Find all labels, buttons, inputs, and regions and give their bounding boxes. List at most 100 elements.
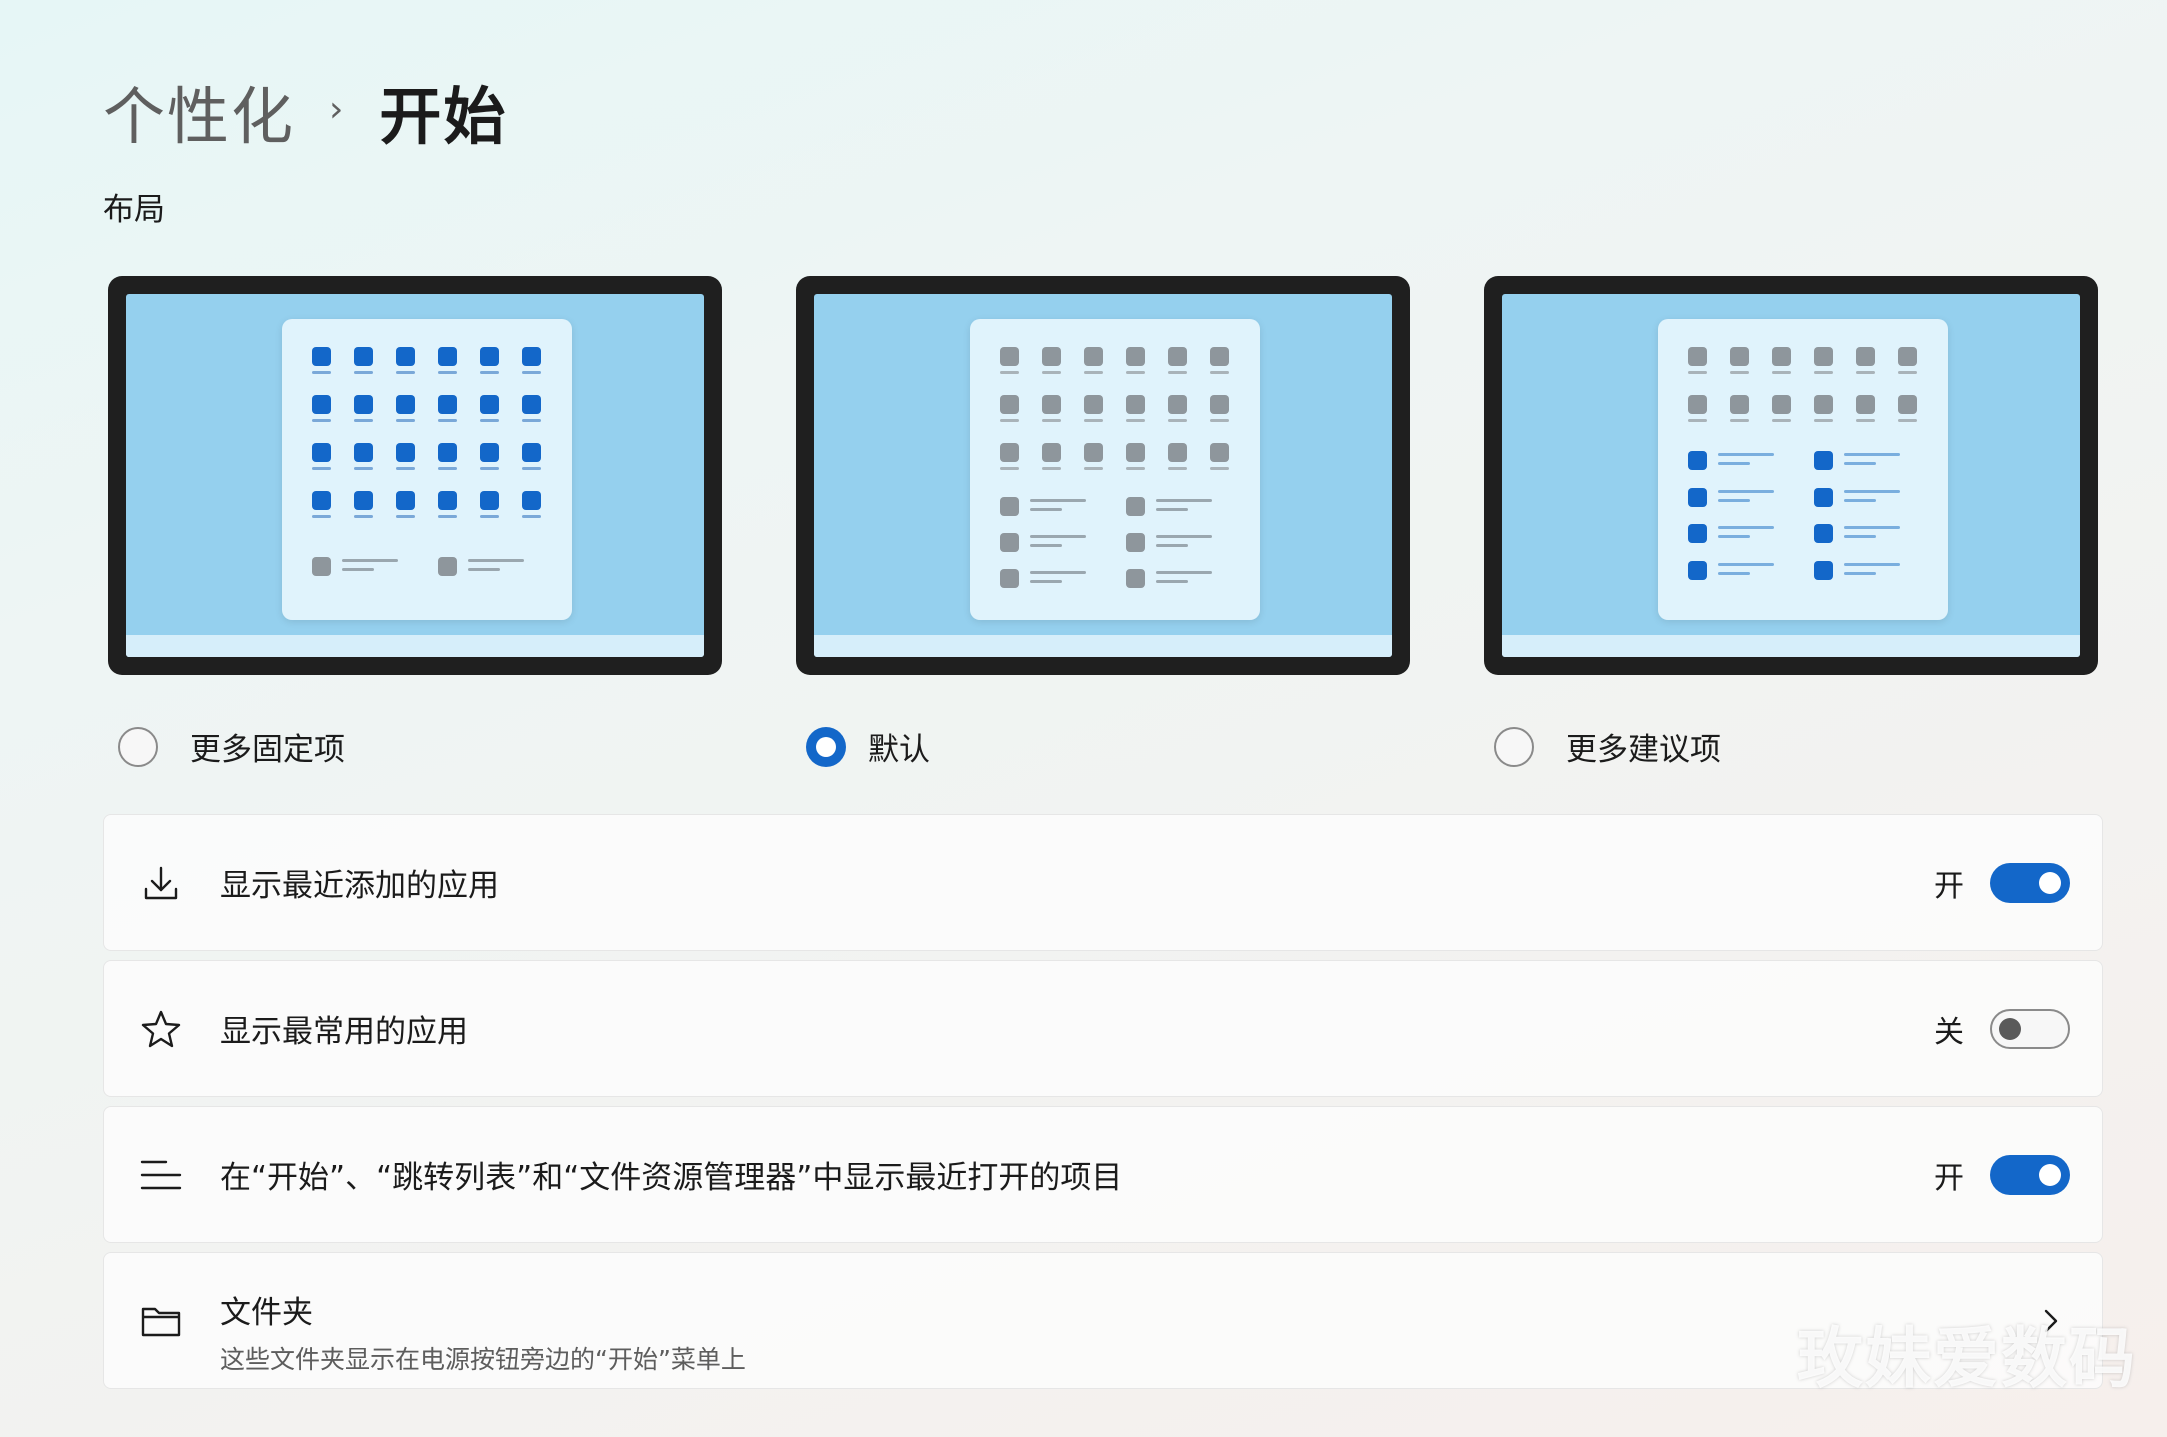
preview-app-label: [396, 515, 415, 518]
preview-recommended-tile: [1000, 497, 1019, 516]
preview-recommended-tile: [1688, 561, 1707, 580]
preview-app-tile: [354, 443, 373, 462]
preview-app-label: [354, 371, 373, 374]
preview-app-tile: [1084, 347, 1103, 366]
breadcrumb-parent-personalization[interactable]: 个性化: [103, 66, 295, 156]
preview-recommended-text: [1030, 544, 1062, 547]
preview-recommended-text: [1718, 535, 1750, 538]
preview-app-label: [1772, 419, 1791, 422]
preview-app-tile: [1168, 395, 1187, 414]
radio-button-selected[interactable]: [806, 726, 846, 767]
preview-recommended-tile: [1126, 533, 1145, 552]
preview-recommended-text: [1844, 462, 1876, 465]
preview-recommended-text: [468, 568, 500, 571]
preview-app-tile: [1772, 395, 1791, 414]
most-used-toggle[interactable]: [1990, 1008, 2070, 1049]
preview-recommended-tile: [1126, 569, 1145, 588]
preview-recommended-text: [1030, 499, 1086, 502]
preview-recommended-tile: [1000, 533, 1019, 552]
preview-app-label: [1772, 371, 1791, 374]
preview-app-tile: [438, 347, 457, 366]
preview-app-tile: [396, 443, 415, 462]
list-icon: [140, 1154, 182, 1196]
radio-more-recommendations[interactable]: 更多建议项: [1494, 724, 1721, 769]
breadcrumb-separator-icon: ›: [329, 88, 344, 130]
preview-app-label: [1168, 467, 1187, 470]
preview-recommended-text: [1844, 526, 1900, 529]
preview-app-label: [396, 371, 415, 374]
preview-recommended-tile: [1000, 569, 1019, 588]
preview-app-label: [1084, 419, 1103, 422]
preview-app-tile: [354, 491, 373, 510]
preview-app-tile: [1688, 347, 1707, 366]
preview-recommended-text: [342, 559, 398, 562]
radio-more-pins[interactable]: 更多固定项: [118, 724, 345, 769]
preview-app-tile: [1126, 443, 1145, 462]
preview-app-label: [1126, 371, 1145, 374]
preview-start-panel: [970, 319, 1260, 620]
preview-app-label: [396, 419, 415, 422]
preview-app-label: [354, 419, 373, 422]
radio-button[interactable]: [118, 726, 158, 767]
preview-app-tile: [1898, 347, 1917, 366]
radio-label: 更多固定项: [190, 732, 345, 768]
folder-icon: [140, 1300, 182, 1342]
preview-app-tile: [480, 347, 499, 366]
preview-app-tile: [1210, 443, 1229, 462]
preview-app-label: [480, 515, 499, 518]
preview-app-tile: [1000, 395, 1019, 414]
preview-app-tile: [438, 491, 457, 510]
preview-app-label: [312, 371, 331, 374]
preview-start-panel: [1658, 319, 1948, 620]
preview-app-label: [1126, 467, 1145, 470]
preview-recommended-text: [1844, 453, 1900, 456]
radio-label: 默认: [868, 732, 930, 768]
preview-app-label: [1000, 419, 1019, 422]
preview-app-tile: [1084, 395, 1103, 414]
preview-app-label: [438, 515, 457, 518]
preview-app-label: [1000, 371, 1019, 374]
preview-app-tile: [1898, 395, 1917, 414]
layout-preview-more-recommendations[interactable]: [1484, 276, 2098, 675]
layout-preview-default[interactable]: [796, 276, 1410, 675]
folders-subtitle: 这些文件夹显示在电源按钮旁边的“开始”菜单上: [220, 1345, 746, 1374]
radio-button[interactable]: [1494, 726, 1534, 767]
setting-row-most-used: 显示最常用的应用 关: [103, 960, 2103, 1097]
preview-app-label: [480, 467, 499, 470]
preview-app-label: [522, 371, 541, 374]
page-title: 开始: [379, 80, 508, 153]
preview-app-label: [1730, 419, 1749, 422]
preview-app-label: [1210, 419, 1229, 422]
preview-app-label: [1814, 419, 1833, 422]
preview-recommended-text: [1718, 572, 1750, 575]
preview-app-tile: [1126, 347, 1145, 366]
preview-app-tile: [312, 443, 331, 462]
preview-recommended-text: [1030, 580, 1062, 583]
preview-app-tile: [1730, 347, 1749, 366]
watermark: 玫妹爱数码: [1797, 1320, 2137, 1397]
preview-taskbar: [126, 635, 704, 657]
preview-app-label: [1042, 467, 1061, 470]
preview-app-tile: [438, 395, 457, 414]
preview-app-label: [1210, 371, 1229, 374]
preview-recommended-text: [1844, 490, 1900, 493]
preview-recommended-tile: [1688, 451, 1707, 470]
layout-preview-more-pins[interactable]: [108, 276, 722, 675]
preview-app-tile: [1084, 443, 1103, 462]
preview-app-label: [1042, 371, 1061, 374]
preview-app-tile: [1814, 395, 1833, 414]
recent-apps-toggle[interactable]: [1990, 862, 2070, 903]
recent-items-toggle[interactable]: [1990, 1154, 2070, 1195]
preview-app-label: [1688, 371, 1707, 374]
preview-app-label: [438, 467, 457, 470]
preview-app-tile: [1814, 347, 1833, 366]
setting-row-recent-apps: 显示最近添加的应用 开: [103, 814, 2103, 951]
preview-recommended-text: [1844, 563, 1900, 566]
preview-recommended-text: [1156, 508, 1188, 511]
preview-app-label: [396, 467, 415, 470]
preview-app-label: [1084, 467, 1103, 470]
preview-app-tile: [1856, 347, 1875, 366]
radio-default[interactable]: 默认: [806, 724, 930, 769]
preview-app-tile: [1688, 395, 1707, 414]
preview-taskbar: [814, 635, 1392, 657]
